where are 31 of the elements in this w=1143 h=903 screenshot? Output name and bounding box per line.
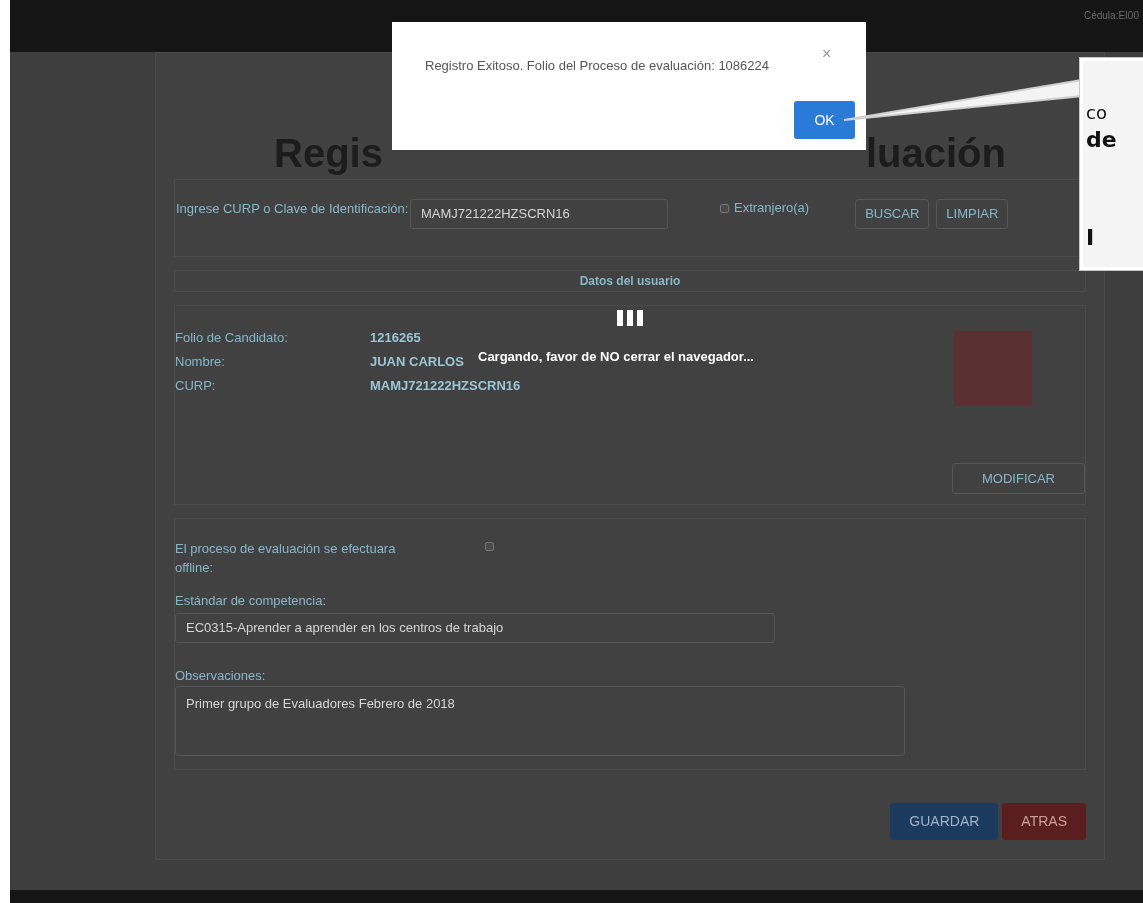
callout-text: co bbox=[1086, 101, 1108, 125]
user-label: Cédula:EI00 bbox=[1083, 9, 1139, 23]
checkbox[interactable] bbox=[720, 203, 729, 213]
dialog-message: Registro Exitoso. Folio del Proceso de evaluación: 1086224 bbox=[425, 57, 769, 75]
action-button[interactable]: GUARDAR bbox=[890, 803, 999, 840]
foreign-label: Extranjero(a) bbox=[734, 199, 810, 218]
callout-text: de bbox=[1086, 126, 1118, 154]
close-icon[interactable]: × bbox=[822, 46, 832, 62]
checkbox[interactable] bbox=[485, 542, 494, 551]
field-label: Nombre: bbox=[175, 353, 226, 372]
search-label: Ingrese CURP o Clave de Identificación: bbox=[176, 200, 410, 218]
ok-button[interactable]: OK bbox=[794, 101, 855, 139]
offline-label: El proceso de evaluación se efectuara offline: bbox=[175, 540, 397, 577]
section-header: Datos del usuario bbox=[174, 270, 1086, 292]
standard-label: Estándar de competencia: bbox=[175, 592, 328, 610]
curp-field[interactable]: MAMJ721222HZSCRN16 bbox=[410, 199, 668, 229]
action-button[interactable]: ATRAS bbox=[1002, 803, 1086, 840]
observations-field[interactable]: Primer grupo de Evaluadores Febrero de 2018 bbox=[175, 686, 905, 756]
loading-message: Cargando, favor de NO cerrar el navegador... bbox=[478, 348, 754, 366]
field-label: Folio de Candidato: bbox=[175, 329, 289, 348]
field-value: JUAN CARLOS bbox=[370, 353, 464, 372]
standard-field[interactable]: EC0315-Aprender a aprender en los centros de trabajo bbox=[175, 612, 775, 643]
loading-icon bbox=[617, 310, 643, 326]
callout-text: I bbox=[1086, 224, 1096, 252]
search-action-button[interactable]: BUSCAR bbox=[855, 199, 930, 229]
field-value: MAMJ721222HZSCRN16 bbox=[370, 377, 521, 396]
search-action-button[interactable]: LIMPIAR bbox=[936, 199, 1009, 229]
field-value: 1216265 bbox=[370, 329, 421, 348]
field-label: CURP: bbox=[175, 377, 217, 396]
observations-label: Observaciones: bbox=[175, 666, 267, 685]
modify-button[interactable]: MODIFICAR bbox=[952, 463, 1085, 494]
